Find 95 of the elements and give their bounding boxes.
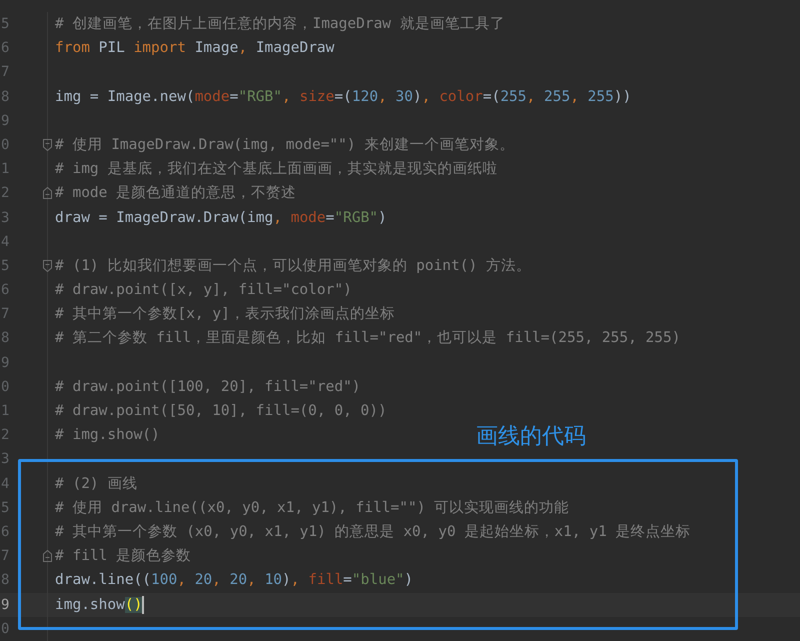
line-number: 0 bbox=[0, 620, 10, 639]
code-text: = bbox=[343, 572, 352, 588]
punctuation: , bbox=[422, 88, 432, 105]
line-number: 4 bbox=[0, 474, 10, 494]
number-literal: 10 bbox=[264, 572, 282, 588]
line-number: 7 bbox=[0, 63, 10, 82]
line-number: 5 bbox=[0, 256, 10, 276]
parameter-name: size bbox=[299, 88, 334, 105]
line-number: 6 bbox=[0, 522, 10, 542]
fold-icon[interactable] bbox=[43, 260, 52, 272]
string-literal: "RGB" bbox=[334, 210, 378, 226]
line-number: 6 bbox=[0, 281, 10, 300]
annotation-label: 画线的代码 bbox=[476, 423, 586, 451]
fold-icon[interactable] bbox=[43, 550, 52, 562]
code-comment: # draw.point([100, 20], fill="red") bbox=[55, 378, 361, 395]
code-text: draw = ImageDraw.Draw(img bbox=[55, 210, 274, 226]
code-comment: # mode 是颜色通道的意思，不赘述 bbox=[55, 185, 296, 202]
code-comment: # (1) 比如我们想要画一个点，可以使用画笔对象的 point() 方法。 bbox=[55, 258, 531, 274]
number-literal: 255 bbox=[588, 88, 614, 105]
punctuation: , bbox=[212, 572, 222, 588]
line-number: 9 bbox=[0, 354, 10, 373]
code-text: =( bbox=[482, 88, 500, 105]
keyword: import bbox=[134, 40, 186, 56]
code-text: ) bbox=[404, 572, 414, 588]
code-comment: # (2) 画线 bbox=[55, 476, 138, 492]
line-number: 1 bbox=[0, 402, 10, 421]
fold-icon[interactable] bbox=[43, 187, 52, 200]
line-number: 3 bbox=[0, 450, 10, 470]
number-literal: 20 bbox=[194, 572, 212, 588]
code-comment: # 使用 draw.line((x0, y0, x1, y1), fill="") 可以实现画线的功能 bbox=[55, 500, 570, 516]
code-comment: # fill 是颜色参数 bbox=[55, 548, 192, 564]
line-number: 6 bbox=[0, 39, 10, 58]
fold-icon[interactable] bbox=[43, 139, 52, 152]
punctuation: , bbox=[378, 88, 388, 105]
line-number: 3 bbox=[0, 208, 10, 228]
code-comment: # 创建画笔，在图片上画任意的内容，ImageDraw 就是画笔工具了 bbox=[55, 16, 505, 32]
code-comment: # img.show() bbox=[55, 427, 160, 444]
line-number: 2 bbox=[0, 426, 10, 446]
punctuation: , bbox=[273, 210, 283, 226]
punctuation: , bbox=[570, 88, 580, 105]
code-comment: # img 是基底，我们在这个基底上面画画，其实就是现实的画纸啦 bbox=[55, 161, 498, 178]
code-text: img.show bbox=[55, 596, 125, 612]
line-number: 4 bbox=[0, 232, 10, 252]
code-text: ) bbox=[378, 210, 387, 226]
code-comment: # 其中第一个参数[x, y]，表示我们涂画点的坐标 bbox=[55, 306, 395, 322]
line-number: 8 bbox=[0, 88, 10, 107]
string-literal: "blue" bbox=[352, 572, 404, 588]
code-text: =( bbox=[334, 88, 352, 105]
parameter-name: color bbox=[439, 88, 483, 105]
punctuation: , bbox=[238, 40, 248, 56]
number-literal: 120 bbox=[352, 88, 378, 105]
code-text: draw.line(( bbox=[55, 572, 152, 588]
keyword: from bbox=[55, 40, 90, 56]
line-number: 1 bbox=[0, 160, 10, 180]
line-number: 7 bbox=[0, 547, 10, 566]
number-literal: 100 bbox=[151, 572, 178, 588]
number-literal: 20 bbox=[230, 572, 248, 588]
line-number: 2 bbox=[0, 184, 10, 204]
line-number: 9 bbox=[0, 596, 10, 614]
punctuation: , bbox=[290, 572, 301, 588]
parameter-name: mode bbox=[290, 210, 326, 226]
code-text: = bbox=[326, 210, 334, 226]
code-comment: # draw.point([x, y], fill="color") bbox=[55, 282, 352, 298]
number-literal: 30 bbox=[396, 88, 413, 105]
code-comment: # draw.point([50, 10], fill=(0, 0, 0)) bbox=[55, 403, 387, 419]
punctuation: , bbox=[177, 572, 187, 588]
code-text: Image bbox=[194, 40, 238, 56]
line-number: 8 bbox=[0, 329, 10, 348]
string-literal: "RGB" bbox=[238, 88, 282, 105]
text-cursor bbox=[142, 596, 144, 614]
code-comment: # 使用 ImageDraw.Draw(img, mode="") 来创建一个画笔对象。 bbox=[55, 136, 514, 153]
number-literal: 255 bbox=[544, 88, 570, 105]
number-literal: 255 bbox=[500, 88, 527, 105]
line-number: 5 bbox=[0, 15, 10, 34]
parameter-name: fill bbox=[308, 572, 344, 588]
line-number: 8 bbox=[0, 571, 10, 590]
line-number: 7 bbox=[0, 305, 10, 324]
punctuation: , bbox=[247, 572, 257, 588]
punctuation: , bbox=[282, 88, 292, 105]
code-text: ) bbox=[282, 572, 291, 588]
line-number: 0 bbox=[0, 378, 10, 397]
code-comment: # 第二个参数 fill，里面是颜色，比如 fill="red"，也可以是 fill=(255, 255, 255) bbox=[55, 330, 680, 346]
code-text: )) bbox=[614, 88, 632, 105]
code-text: ) bbox=[413, 88, 422, 105]
code-comment: # 其中第一个参数 (x0, y0, x1, y1) 的意思是 x0, y0 是起始坐标，x1, y1 是终点坐标 bbox=[55, 524, 691, 540]
code-text: ImageDraw bbox=[254, 40, 334, 56]
code-text: PIL bbox=[98, 40, 126, 56]
code-text: img = Image.new( bbox=[55, 88, 195, 105]
matched-brackets: () bbox=[124, 596, 142, 612]
code-text: = bbox=[230, 88, 238, 105]
parameter-name: mode bbox=[194, 88, 230, 105]
line-number: 5 bbox=[0, 498, 10, 518]
line-number: 0 bbox=[0, 136, 10, 155]
line-number: 9 bbox=[0, 112, 10, 131]
punctuation: , bbox=[526, 88, 536, 105]
